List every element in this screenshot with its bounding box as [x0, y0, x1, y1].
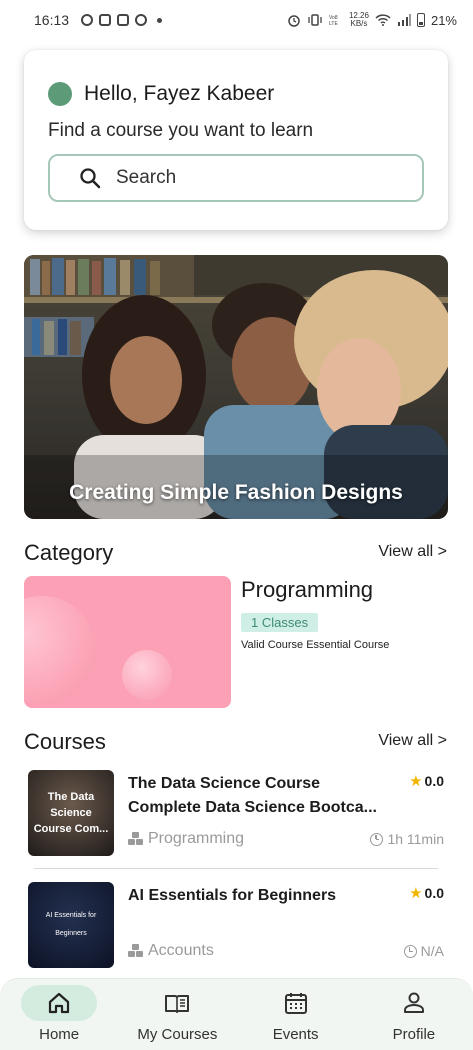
course-card[interactable]: The Data Science Course Com... The Data …	[28, 770, 444, 858]
network-speed-unit: KB/s	[350, 19, 368, 28]
course-thumbnail: The Data Science Course Com...	[28, 770, 114, 856]
course-thumbnail: AI Essentials for Beginners	[28, 882, 114, 968]
home-icon	[49, 992, 70, 1014]
course-thumbnail-text: The Data Science Course Com...	[33, 791, 109, 835]
nav-label-profile: Profile	[392, 1026, 436, 1043]
course-title: AI Essentials for Beginners	[128, 887, 337, 904]
avatar[interactable]	[48, 82, 72, 106]
instagram-icon	[117, 14, 130, 26]
signal-icon	[397, 14, 411, 26]
search-input[interactable]: Search	[48, 154, 424, 202]
status-left: 16:13	[34, 12, 163, 28]
decorative-bubble	[24, 596, 96, 704]
course-duration: N/A	[403, 943, 444, 959]
nav-item-my-courses[interactable]: My Courses	[118, 979, 236, 1050]
calendar-icon	[284, 993, 307, 1014]
course-rating-value: 0.0	[424, 885, 444, 901]
course-category-label: Accounts	[148, 942, 214, 959]
status-time: 16:13	[34, 12, 70, 28]
search-icon	[80, 168, 101, 189]
course-thumbnail-text: AI Essentials for Beginners	[45, 912, 97, 937]
nav-label-home: Home	[39, 1026, 80, 1043]
app-notification-icon	[135, 14, 148, 26]
category-description: Valid Course Essential Course	[241, 639, 390, 651]
courses-view-all-link[interactable]: View all >	[378, 732, 447, 750]
clock-icon	[370, 832, 384, 846]
nav-item-events[interactable]: Events	[237, 979, 355, 1050]
star-icon: ★	[409, 773, 423, 790]
course-rating: ★ 0.0	[409, 884, 444, 902]
nav-item-home[interactable]: Home	[0, 979, 118, 1050]
category-name[interactable]: Programming	[241, 577, 373, 603]
course-title: The Data Science Course Complete Data Sc…	[128, 775, 377, 816]
course-duration-value: 1h 11min	[387, 831, 444, 847]
course-duration: 1h 11min	[370, 831, 444, 847]
course-divider	[34, 868, 438, 869]
category-view-all-link[interactable]: View all >	[378, 543, 447, 561]
status-right: Vo8 LTE 12.26 KB/s 21%	[287, 12, 457, 28]
featured-course-banner[interactable]: Creating Simple Fashion Designs	[24, 255, 448, 519]
battery-icon	[416, 13, 425, 27]
decorative-bubble	[122, 650, 172, 700]
greeting-subtitle: Find a course you want to learn	[48, 120, 314, 141]
nav-item-profile[interactable]: Profile	[355, 979, 473, 1050]
nav-label-events: Events	[272, 1026, 319, 1043]
course-category: Programming	[128, 830, 244, 848]
banner-title: Creating Simple Fashion Designs	[69, 481, 403, 504]
course-category: Accounts	[128, 942, 214, 960]
greeting-card: Hello, Fayez Kabeer Find a course you wa…	[24, 50, 448, 230]
search-placeholder: Search	[116, 167, 177, 188]
star-icon: ★	[409, 885, 423, 902]
wifi-icon	[375, 14, 391, 26]
category-icon	[128, 944, 143, 958]
course-rating: ★ 0.0	[409, 772, 444, 790]
course-category-label: Programming	[148, 830, 245, 847]
instagram-icon	[99, 14, 112, 26]
class-count-badge: 1 Classes	[241, 613, 319, 632]
network-speed: 12.26 KB/s	[349, 12, 369, 28]
alarm-icon	[288, 15, 300, 27]
vibrate-icon	[308, 14, 322, 26]
battery-percent: 21%	[430, 12, 457, 28]
course-rating-value: 0.0	[424, 773, 444, 789]
category-icon	[128, 832, 143, 846]
clock-icon	[403, 944, 417, 958]
bottom-navigation: Home My Courses Events Profile	[0, 978, 473, 1050]
nav-label-my-courses: My Courses	[137, 1026, 218, 1043]
greeting-row: Hello, Fayez Kabeer	[48, 82, 274, 106]
banner-image	[24, 255, 448, 519]
chat-notification-icon	[81, 14, 94, 26]
book-icon	[165, 995, 190, 1013]
category-card-image[interactable]	[24, 576, 231, 708]
person-icon	[403, 992, 424, 1013]
volte-icon: Vo8LTE	[329, 15, 338, 26]
category-section-title: Category	[24, 540, 114, 565]
course-card[interactable]: AI Essentials for Beginners AI Essential…	[28, 882, 444, 970]
greeting-text: Hello, Fayez Kabeer	[84, 82, 275, 105]
status-bar: 16:13 Vo8 LTE 12.26 KB/s 21%	[0, 0, 473, 40]
courses-section-title: Courses	[24, 729, 106, 754]
svg-text:LTE: LTE	[329, 21, 338, 26]
course-duration-value: N/A	[420, 943, 444, 959]
more-notifications-icon	[157, 17, 163, 23]
